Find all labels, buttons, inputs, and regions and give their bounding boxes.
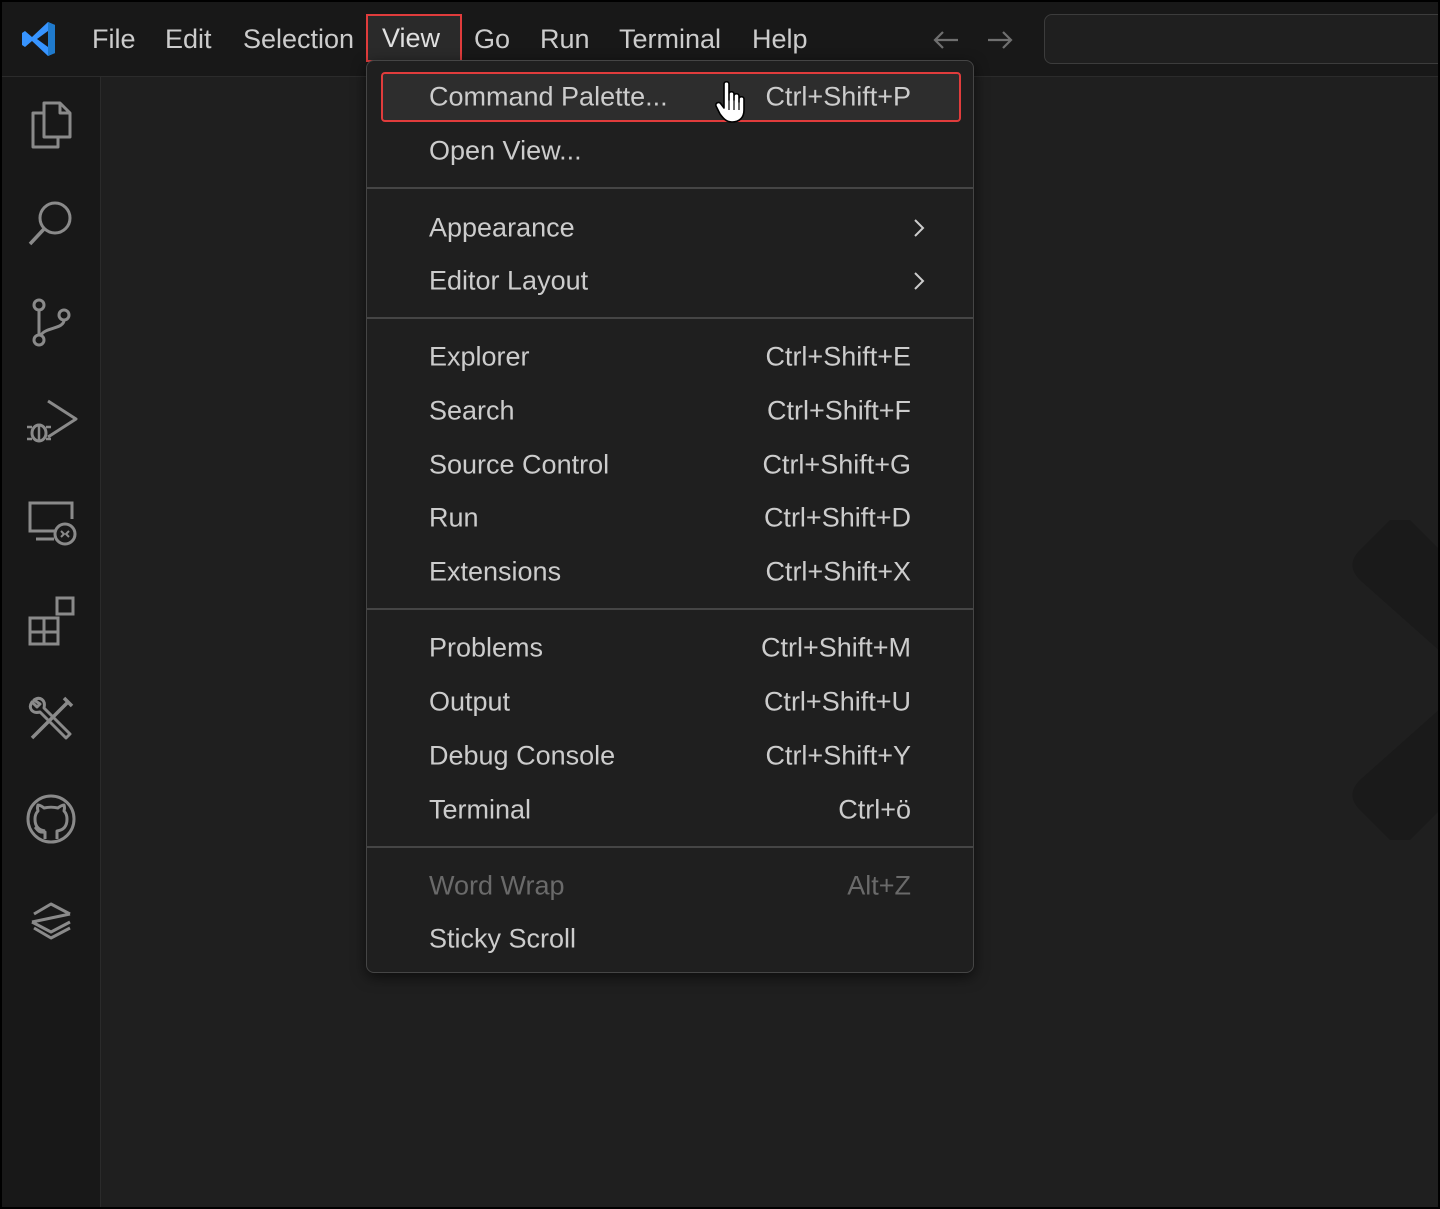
menu-separator	[367, 846, 973, 848]
menu-run[interactable]: Run	[524, 12, 606, 66]
menu-item-label: Problems	[429, 632, 544, 663]
menu-item-shortcut: Ctrl+Shift+X	[765, 556, 911, 587]
run-debug-icon[interactable]	[24, 395, 78, 449]
menu-item-shortcut: Ctrl+ö	[838, 794, 911, 825]
menu-edit[interactable]: Edit	[149, 12, 228, 66]
menu-help[interactable]: Help	[736, 12, 824, 66]
menu-separator	[367, 187, 973, 189]
menu-file[interactable]: File	[76, 12, 152, 66]
menu-item-terminal[interactable]: Terminal Ctrl+ö	[383, 787, 959, 833]
menu-item-shortcut: Ctrl+Shift+P	[765, 81, 911, 112]
menu-item-label: Open View...	[429, 135, 582, 166]
menu-item-command-palette[interactable]: Command Palette... Ctrl+Shift+P	[381, 72, 961, 122]
menu-item-label: Output	[429, 686, 511, 717]
menu-item-debug-console[interactable]: Debug Console Ctrl+Shift+Y	[383, 733, 959, 779]
menu-item-label: Command Palette...	[429, 81, 668, 112]
view-menu-dropdown: Command Palette... Ctrl+Shift+P Open Vie…	[366, 60, 974, 973]
menu-item-shortcut: Ctrl+Shift+F	[766, 395, 911, 426]
menu-item-appearance[interactable]: Appearance	[383, 205, 959, 251]
chevron-right-icon	[914, 272, 925, 290]
menu-item-label: Word Wrap	[429, 870, 565, 901]
menu-item-label: Extensions	[429, 556, 562, 587]
menu-item-label: Sticky Scroll	[429, 923, 577, 954]
menu-separator	[367, 317, 973, 319]
explorer-icon[interactable]	[24, 97, 78, 151]
github-icon[interactable]	[24, 792, 78, 846]
menu-item-label: Debug Console	[429, 740, 616, 771]
menu-item-sticky-scroll[interactable]: Sticky Scroll	[383, 916, 959, 962]
extensions-icon[interactable]	[24, 594, 78, 648]
menu-item-output[interactable]: Output Ctrl+Shift+U	[383, 679, 959, 725]
menu-item-shortcut: Ctrl+Shift+E	[765, 341, 911, 372]
menu-item-label: Source Control	[429, 449, 610, 480]
menu-item-label: Editor Layout	[429, 265, 589, 296]
menu-item-search[interactable]: Search Ctrl+Shift+F	[383, 388, 959, 434]
vscode-logo-icon[interactable]	[20, 20, 58, 58]
source-control-icon[interactable]	[24, 295, 78, 349]
menu-item-shortcut: Ctrl+Shift+D	[763, 502, 911, 533]
menu-separator	[367, 608, 973, 610]
menu-item-source-control[interactable]: Source Control Ctrl+Shift+G	[383, 442, 959, 488]
hand-cursor-icon	[715, 80, 745, 123]
menu-selection[interactable]: Selection	[227, 12, 370, 66]
menu-item-word-wrap: Word Wrap Alt+Z	[383, 863, 959, 909]
menu-item-shortcut: Alt+Z	[847, 870, 911, 901]
menu-go[interactable]: Go	[458, 12, 526, 66]
menu-item-label: Terminal	[429, 794, 532, 825]
activity-bar	[0, 77, 101, 1209]
menu-item-shortcut: Ctrl+Shift+U	[763, 686, 911, 717]
menu-item-label: Explorer	[429, 341, 530, 372]
menu-item-explorer[interactable]: Explorer Ctrl+Shift+E	[383, 334, 959, 380]
chevron-right-icon	[914, 219, 925, 237]
menu-item-label: Appearance	[429, 212, 575, 243]
tools-icon[interactable]	[24, 692, 78, 746]
menu-item-shortcut: Ctrl+Shift+Y	[765, 740, 911, 771]
menu-item-shortcut: Ctrl+Shift+M	[760, 632, 911, 663]
menu-view[interactable]: View	[366, 14, 462, 62]
remote-explorer-icon[interactable]	[24, 495, 78, 549]
menu-item-extensions[interactable]: Extensions Ctrl+Shift+X	[383, 549, 959, 595]
menu-item-problems[interactable]: Problems Ctrl+Shift+M	[383, 625, 959, 671]
forward-arrow-icon[interactable]	[984, 24, 1016, 56]
background-watermark-icon	[1352, 520, 1440, 840]
menu-item-label: Run	[429, 502, 479, 533]
menu-item-shortcut: Ctrl+Shift+G	[762, 449, 911, 480]
menu-item-editor-layout[interactable]: Editor Layout	[383, 258, 959, 304]
menu-item-open-view[interactable]: Open View...	[383, 128, 959, 174]
search-icon[interactable]	[24, 196, 78, 250]
command-center[interactable]	[1044, 14, 1440, 64]
menu-terminal[interactable]: Terminal	[603, 12, 737, 66]
menu-item-run[interactable]: Run Ctrl+Shift+D	[383, 495, 959, 541]
back-arrow-icon[interactable]	[930, 24, 962, 56]
menu-item-label: Search	[429, 395, 515, 426]
layers-icon[interactable]	[24, 892, 78, 946]
